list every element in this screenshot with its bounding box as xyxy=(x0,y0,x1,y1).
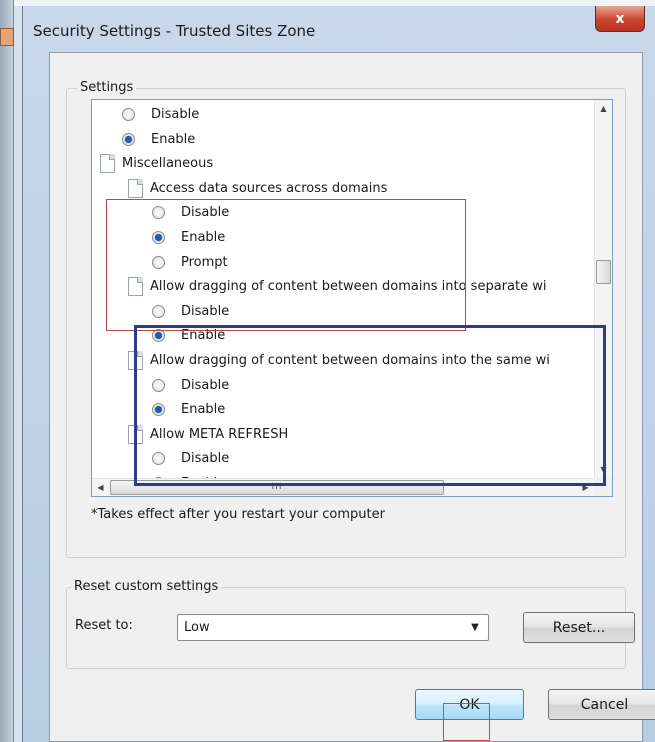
document-icon xyxy=(128,351,143,370)
radio-unchecked-icon[interactable] xyxy=(152,378,165,392)
document-icon xyxy=(128,178,143,198)
reset-button[interactable]: Reset... xyxy=(523,612,635,643)
scroll-right-arrow-icon[interactable]: ▶ xyxy=(577,479,594,496)
parent-window-tab xyxy=(0,28,14,46)
scroll-left-arrow-icon[interactable]: ◀ xyxy=(92,479,109,496)
document-icon xyxy=(100,154,115,174)
radio-option[interactable]: Enable xyxy=(152,323,225,348)
vertical-scrollbar[interactable]: ▲ ▼ xyxy=(594,100,612,478)
radio-option[interactable]: Disable xyxy=(152,446,229,471)
document-icon xyxy=(128,424,143,444)
tree-setting: Allow dragging of content between domain… xyxy=(128,348,550,373)
settings-tree-list[interactable]: Disable Enable Miscellaneous Access data so… xyxy=(91,99,613,497)
tree-row-label: Miscellaneous xyxy=(122,156,214,172)
tree-row-label: Access data sources across domains xyxy=(150,180,388,196)
parent-window-edge xyxy=(0,0,14,742)
tree-setting: Allow META REFRESH xyxy=(128,422,288,447)
tree-row-label: Disable xyxy=(181,451,230,467)
tree-row-label: Enable xyxy=(181,230,226,245)
security-settings-dialog: Security Settings - Trusted Sites Zone x… xyxy=(22,6,655,742)
cancel-button[interactable]: Cancel xyxy=(548,689,655,720)
radio-unchecked-icon[interactable] xyxy=(122,108,135,121)
reset-level-value: Low xyxy=(184,620,210,635)
tree-row-label: Prompt xyxy=(181,254,228,270)
radio-option[interactable]: Enable xyxy=(152,471,225,478)
radio-option[interactable]: Enable xyxy=(122,127,195,152)
radio-option[interactable]: Disable xyxy=(152,299,229,324)
reset-custom-settings-group: Reset custom settings Reset to: Low ▼ Re… xyxy=(66,579,635,669)
radio-unchecked-icon[interactable] xyxy=(152,452,165,466)
reset-button-label: Reset... xyxy=(552,619,606,636)
tree-row-label: Enable xyxy=(181,328,226,344)
tree-row-label: Allow META REFRESH xyxy=(150,426,289,442)
radio-option[interactable]: Enable xyxy=(152,225,225,250)
document-icon xyxy=(128,277,143,297)
radio-option[interactable]: Enable xyxy=(152,397,225,422)
tree-row-label: Allow dragging of content between domain… xyxy=(150,279,547,295)
radio-checked-icon[interactable] xyxy=(122,132,135,146)
tree-row-label: Enable xyxy=(181,471,225,478)
ok-button-label: OK xyxy=(459,696,480,713)
scroll-grip-icon: III xyxy=(271,482,283,492)
cancel-button-label: Cancel xyxy=(580,696,629,713)
scrollbar-corner xyxy=(594,478,612,496)
dialog-body: Settings Disable Enable Miscellaneous Acces… xyxy=(49,52,655,742)
radio-checked-icon[interactable] xyxy=(152,329,165,343)
radio-option[interactable]: Prompt xyxy=(152,250,228,275)
tree-row-label: Allow dragging of content between domain… xyxy=(150,353,550,368)
reset-to-label: Reset to: xyxy=(75,618,133,633)
vertical-scroll-thumb[interactable] xyxy=(596,260,611,284)
radio-unchecked-icon[interactable] xyxy=(152,206,165,220)
tree-row-label: Disable xyxy=(181,377,230,393)
close-icon: x xyxy=(615,10,625,27)
reset-group-label: Reset custom settings xyxy=(71,579,222,594)
settings-tree-content: Disable Enable Miscellaneous Access data so… xyxy=(92,100,594,478)
ok-button[interactable]: OK xyxy=(415,689,524,720)
reset-level-dropdown[interactable]: Low ▼ xyxy=(177,614,489,641)
tree-category: Miscellaneous xyxy=(100,151,213,176)
tree-setting: Access data sources across domains xyxy=(128,176,387,201)
tree-setting: Allow dragging of content between domain… xyxy=(128,274,546,299)
radio-option[interactable]: Disable xyxy=(152,200,229,225)
title-bar: Security Settings - Trusted Sites Zone x xyxy=(23,6,655,54)
horizontal-scrollbar[interactable]: ◀ III ▶ xyxy=(92,478,594,496)
tree-row-label: Disable xyxy=(181,303,230,319)
tree-row-label: Enable xyxy=(181,402,226,418)
radio-checked-icon[interactable] xyxy=(152,403,165,417)
close-button[interactable]: x xyxy=(595,6,645,32)
settings-group-label: Settings xyxy=(77,80,137,95)
dropdown-arrow-icon[interactable]: ▼ xyxy=(466,618,484,637)
tree-row-label: Enable xyxy=(151,131,196,147)
radio-option[interactable]: Disable xyxy=(122,102,199,127)
dialog-title: Security Settings - Trusted Sites Zone xyxy=(33,22,316,40)
horizontal-scroll-thumb[interactable]: III xyxy=(110,480,444,495)
scroll-up-arrow-icon[interactable]: ▲ xyxy=(595,100,612,117)
radio-checked-icon[interactable] xyxy=(152,231,165,244)
radio-option[interactable]: Disable xyxy=(152,373,229,398)
settings-group: Settings Disable Enable Miscellaneous Acces… xyxy=(66,80,626,558)
tree-row-label: Disable xyxy=(151,107,200,122)
scroll-down-arrow-icon[interactable]: ▼ xyxy=(595,461,612,478)
radio-unchecked-icon[interactable] xyxy=(152,255,165,269)
radio-unchecked-icon[interactable] xyxy=(152,304,165,318)
restart-footnote: *Takes effect after you restart your com… xyxy=(91,507,385,522)
tree-row-label: Disable xyxy=(181,205,230,221)
